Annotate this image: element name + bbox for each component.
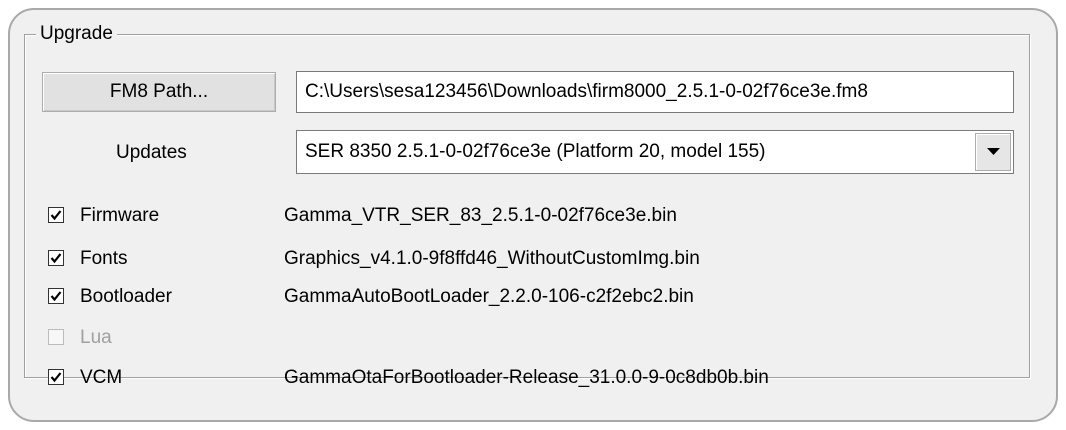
fonts-file-name: Graphics_v4.1.0-9f8ffd46_WithoutCustomIm… bbox=[284, 248, 700, 269]
lua-checkbox[interactable] bbox=[48, 329, 64, 345]
component-row-lua: Lua bbox=[48, 324, 1008, 352]
fonts-checkbox[interactable] bbox=[48, 250, 64, 266]
bootloader-checkbox[interactable] bbox=[48, 288, 64, 304]
lua-label: Lua bbox=[80, 327, 112, 348]
component-row-bootloader: Bootloader GammaAutoBootLoader_2.2.0-106… bbox=[48, 283, 1008, 311]
component-row-firmware: Firmware Gamma_VTR_SER_83_2.5.1-0-02f76c… bbox=[48, 202, 1008, 230]
checkmark-icon bbox=[50, 372, 62, 383]
firmware-label: Firmware bbox=[80, 205, 160, 226]
vcm-file-name: GammaOtaForBootloader-Release_31.0.0-9-0… bbox=[284, 367, 769, 388]
dropdown-arrow-button[interactable] bbox=[975, 133, 1011, 171]
firmware-checkbox[interactable] bbox=[48, 207, 64, 223]
fm8-path-button[interactable]: FM8 Path... bbox=[42, 72, 276, 112]
component-row-fonts: Fonts Graphics_v4.1.0-9f8ffd46_WithoutCu… bbox=[48, 245, 1008, 273]
updates-label: Updates bbox=[116, 142, 187, 163]
chevron-down-icon bbox=[987, 148, 1000, 155]
fonts-label: Fonts bbox=[80, 248, 128, 269]
bootloader-file-name: GammaAutoBootLoader_2.2.0-106-c2f2ebc2.b… bbox=[284, 286, 694, 307]
component-row-vcm: VCM GammaOtaForBootloader-Release_31.0.0… bbox=[48, 364, 1008, 392]
firmware-file-name: Gamma_VTR_SER_83_2.5.1-0-02f76ce3e.bin bbox=[284, 205, 677, 226]
groupbox-title: Upgrade bbox=[36, 22, 117, 46]
vcm-label: VCM bbox=[80, 367, 123, 388]
checkmark-icon bbox=[50, 253, 62, 264]
updates-dropdown[interactable]: SER 8350 2.5.1-0-02f76ce3e (Platform 20,… bbox=[296, 130, 1014, 174]
checkmark-icon bbox=[50, 210, 62, 221]
bootloader-label: Bootloader bbox=[80, 286, 172, 307]
updates-selected-value: SER 8350 2.5.1-0-02f76ce3e (Platform 20,… bbox=[305, 141, 766, 162]
checkmark-icon bbox=[50, 291, 62, 302]
fm8-path-input[interactable]: C:\Users\sesa123456\Downloads\firm8000_2… bbox=[296, 71, 1014, 113]
vcm-checkbox[interactable] bbox=[48, 369, 64, 385]
